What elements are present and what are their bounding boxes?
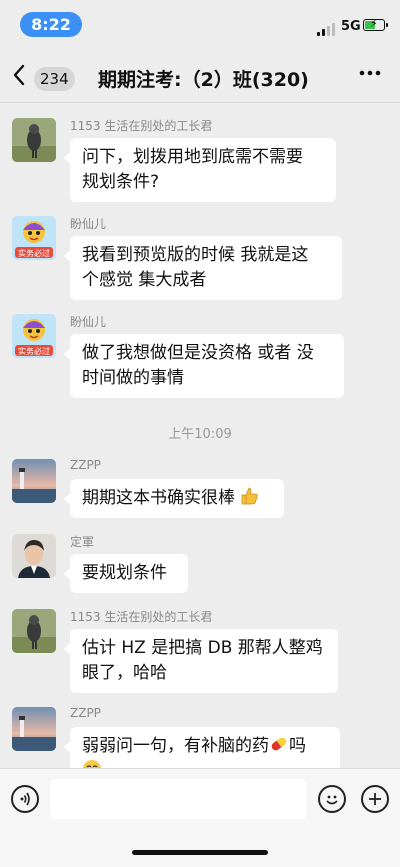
chat-area[interactable]: 1153 生活在别处的工长君 问下，划拨用地到底需不需要 规划条件? 实务必过 … xyxy=(0,103,400,768)
sender-name: ZZPP xyxy=(70,706,101,720)
message-line: 弱弱问一句，有补脑的药 xyxy=(82,736,269,756)
unread-count-badge[interactable]: 234 xyxy=(34,67,75,91)
lighthouse-avatar[interactable] xyxy=(12,707,56,751)
message-line: 问下，划拨用地到底需不需要 xyxy=(82,147,303,167)
status-bar: 8:22 5G ⚡ xyxy=(0,0,400,56)
sender-name: 定軍 xyxy=(70,535,95,549)
message-bubble[interactable]: 估计 HZ 是把搞 DB 那帮人整鸡 眼了，哈哈 xyxy=(64,629,338,693)
cartoon-avatar[interactable]: 实务必过 xyxy=(12,314,56,358)
avatar-caption: 实务必过 xyxy=(18,346,50,356)
message-bubble[interactable]: 期期这本书确实很棒 xyxy=(64,479,284,518)
nav-bar: 234 期期注考:（2）班(320) xyxy=(0,56,400,100)
message-line: 时间做的事情 xyxy=(82,368,184,388)
battery-icon: ⚡ xyxy=(363,17,388,31)
plus-icon[interactable] xyxy=(361,785,389,813)
bird-photo-avatar[interactable] xyxy=(12,118,56,162)
signal-icon xyxy=(317,22,335,36)
voice-icon[interactable] xyxy=(11,785,39,813)
message-line: 估计 HZ 是把搞 DB 那帮人整鸡 xyxy=(82,638,323,658)
sender-name: 1153 生活在别处的工长君 xyxy=(70,119,213,133)
message-bubble[interactable]: 我看到预览版的时候 我就是这 个感觉 集大成者 xyxy=(64,236,342,300)
message-input[interactable] xyxy=(50,779,306,819)
more-dots-icon[interactable] xyxy=(358,61,382,91)
bird-photo-avatar[interactable] xyxy=(12,609,56,653)
avatar-caption: 实务必过 xyxy=(18,248,50,258)
sender-name: 盼仙儿 xyxy=(70,217,107,231)
message-line: 要规划条件 xyxy=(82,563,167,583)
message-timestamp: 上午10:09 xyxy=(168,427,232,442)
sender-name: 盼仙儿 xyxy=(70,315,107,329)
message-line: 吗 xyxy=(289,736,306,756)
thumbs-up-icon xyxy=(240,486,260,506)
portrait-avatar[interactable] xyxy=(12,534,56,578)
message-bubble[interactable]: 弱弱问一句，有补脑的药 吗 xyxy=(64,727,340,768)
sender-name: ZZPP xyxy=(70,458,101,472)
cartoon-avatar[interactable]: 实务必过 xyxy=(12,216,56,260)
message-line: 规划条件? xyxy=(82,172,160,192)
message-bubble[interactable]: 要规划条件 xyxy=(64,554,188,593)
message-line: 眼了，哈哈 xyxy=(82,663,167,683)
message-line: 我看到预览版的时候 我就是这 xyxy=(82,245,309,265)
home-indicator[interactable] xyxy=(132,850,268,855)
message-bubble[interactable]: 做了我想做但是没资格 或者 没 时间做的事情 xyxy=(64,334,344,398)
laughing-crying-icon xyxy=(82,759,102,768)
message-bubble[interactable]: 问下，划拨用地到底需不需要 规划条件? xyxy=(64,138,336,202)
sender-name: 1153 生活在别处的工长君 xyxy=(70,610,213,624)
chat-title: 期期注考:（2）班(320) xyxy=(98,69,309,91)
status-time: 8:22 xyxy=(20,12,82,37)
message-line: 个感觉 集大成者 xyxy=(82,270,207,290)
lighthouse-avatar[interactable] xyxy=(12,459,56,503)
message-line: 期期这本书确实很棒 xyxy=(82,488,235,508)
charging-bolt-icon: ⚡ xyxy=(370,17,378,30)
chevron-left-icon[interactable] xyxy=(12,64,26,91)
message-line: 做了我想做但是没资格 或者 没 xyxy=(82,343,314,363)
smiley-icon[interactable] xyxy=(318,785,346,813)
pill-icon xyxy=(269,734,289,754)
network-type: 5G xyxy=(341,19,361,34)
